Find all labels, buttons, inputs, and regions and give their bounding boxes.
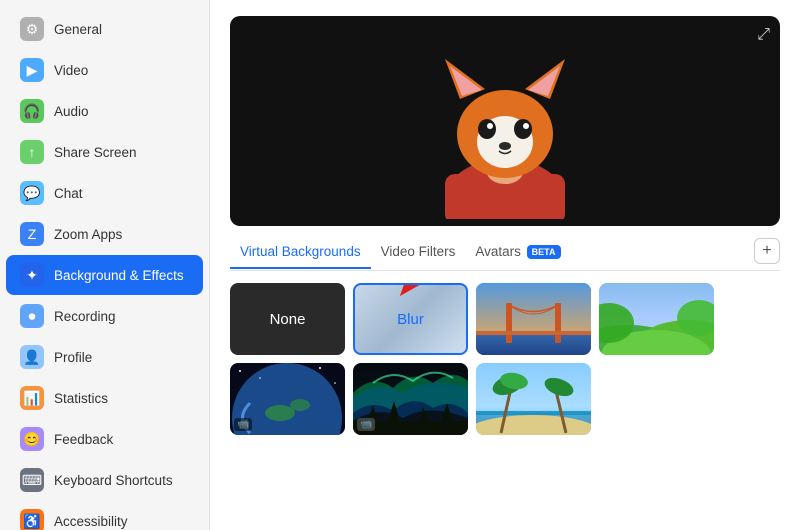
main-content: ⤢ Virtual Backgrounds Video Filters Avat…	[210, 0, 800, 530]
tab-virtual-backgrounds[interactable]: Virtual Backgrounds	[230, 240, 371, 269]
video-preview: ⤢	[230, 16, 780, 226]
arrow-indicator	[375, 283, 468, 305]
sidebar-item-video[interactable]: ▶ Video	[6, 50, 203, 90]
statistics-icon: 📊	[20, 386, 44, 410]
tabs-row: Virtual Backgrounds Video Filters Avatar…	[230, 238, 780, 271]
sidebar-item-label: Video	[54, 63, 88, 78]
sidebar-item-label: Audio	[54, 104, 89, 119]
general-icon: ⚙	[20, 17, 44, 41]
sidebar-item-label: Background & Effects	[54, 268, 184, 283]
profile-icon: 👤	[20, 345, 44, 369]
accessibility-icon: ♿	[20, 509, 44, 530]
sidebar-item-keyboard-shortcuts[interactable]: ⌨ Keyboard Shortcuts	[6, 460, 203, 500]
beta-badge: BETA	[527, 245, 561, 259]
keyboard-shortcuts-icon: ⌨	[20, 468, 44, 492]
thumbnails-row-1: None Blur	[230, 283, 780, 355]
expand-icon[interactable]: ⤢	[757, 26, 770, 44]
chat-icon: 💬	[20, 181, 44, 205]
sidebar-item-profile[interactable]: 👤 Profile	[6, 337, 203, 377]
background-effects-icon: ✦	[20, 263, 44, 287]
sidebar-item-label: General	[54, 22, 102, 37]
sidebar-item-label: Profile	[54, 350, 92, 365]
nature-image	[599, 283, 714, 355]
sidebar-item-label: Feedback	[54, 432, 113, 447]
thumbnail-beach[interactable]	[476, 363, 591, 435]
thumbnail-earth[interactable]: 📹	[230, 363, 345, 435]
tab-video-filters[interactable]: Video Filters	[371, 240, 466, 269]
bridge-image	[476, 283, 591, 355]
audio-icon: 🎧	[20, 99, 44, 123]
thumbnail-aurora[interactable]: 📹	[353, 363, 468, 435]
video-icon: ▶	[20, 58, 44, 82]
beach-image	[476, 363, 591, 435]
sidebar-item-label: Accessibility	[54, 514, 128, 529]
sidebar-item-label: Zoom Apps	[54, 227, 122, 242]
add-background-button[interactable]: +	[754, 238, 780, 264]
sidebar-item-audio[interactable]: 🎧 Audio	[6, 91, 203, 131]
sidebar-item-label: Chat	[54, 186, 83, 201]
sidebar-item-label: Recording	[54, 309, 116, 324]
sidebar-item-background-effects[interactable]: ✦ Background & Effects	[6, 255, 203, 295]
sidebar-item-feedback[interactable]: 😊 Feedback	[6, 419, 203, 459]
video-cam-icon-2: 📹	[357, 418, 375, 431]
sidebar-item-general[interactable]: ⚙ General	[6, 9, 203, 49]
tab-avatars[interactable]: Avatars BETA	[465, 240, 570, 269]
sidebar-item-recording[interactable]: ⏺ Recording	[6, 296, 203, 336]
recording-icon: ⏺	[20, 304, 44, 328]
thumbnail-blur[interactable]: Blur	[353, 283, 468, 355]
thumbnails-row-2: 📹	[230, 363, 780, 435]
sidebar-item-chat[interactable]: 💬 Chat	[6, 173, 203, 213]
zoom-apps-icon: Z	[20, 222, 44, 246]
sidebar-item-zoom-apps[interactable]: Z Zoom Apps	[6, 214, 203, 254]
thumbnail-none[interactable]: None	[230, 283, 345, 355]
thumbnail-nature[interactable]	[599, 283, 714, 355]
sidebar-item-label: Statistics	[54, 391, 108, 406]
thumbnail-bridge[interactable]	[476, 283, 591, 355]
sidebar-item-label: Keyboard Shortcuts	[54, 473, 173, 488]
sidebar-item-accessibility[interactable]: ♿ Accessibility	[6, 501, 203, 530]
sidebar-item-label: Share Screen	[54, 145, 137, 160]
sidebar: ⚙ General ▶ Video 🎧 Audio ↑ Share Screen…	[0, 0, 210, 530]
fox-avatar	[425, 24, 585, 219]
share-screen-icon: ↑	[20, 140, 44, 164]
feedback-icon: 😊	[20, 427, 44, 451]
video-cam-icon: 📹	[234, 418, 252, 431]
sidebar-item-statistics[interactable]: 📊 Statistics	[6, 378, 203, 418]
sidebar-item-share-screen[interactable]: ↑ Share Screen	[6, 132, 203, 172]
thumbnails-grid: None Blur	[230, 283, 780, 514]
